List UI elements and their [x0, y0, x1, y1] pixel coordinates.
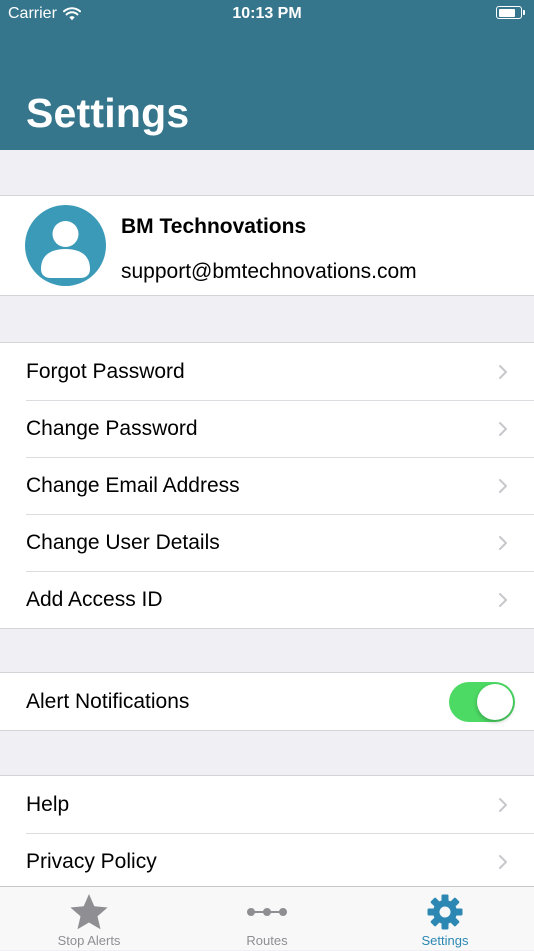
- tab-settings[interactable]: Settings: [356, 887, 534, 951]
- profile-name: BM Technovations: [121, 215, 307, 238]
- change-user-details-row[interactable]: Change User Details: [0, 514, 534, 571]
- alert-notifications-row: Alert Notifications: [0, 673, 534, 730]
- chevron-right-icon: [499, 535, 507, 550]
- account-settings-group: Forgot Password Change Password Change E…: [0, 342, 534, 629]
- help-label: Help: [26, 792, 70, 816]
- chevron-right-icon: [499, 478, 507, 493]
- change-password-label: Change Password: [26, 416, 198, 440]
- info-group: Help Privacy Policy: [0, 775, 534, 891]
- chevron-right-icon: [499, 797, 507, 812]
- page-title: Settings: [26, 90, 190, 136]
- alert-notifications-toggle[interactable]: [449, 682, 515, 722]
- change-user-details-label: Change User Details: [26, 530, 220, 554]
- route-icon: [247, 908, 287, 916]
- forgot-password-label: Forgot Password: [26, 359, 185, 383]
- header: Carrier 10:13 PM Settings: [0, 0, 534, 150]
- tab-bar: Stop Alerts Routes Settings: [0, 886, 534, 950]
- change-password-row[interactable]: Change Password: [0, 400, 534, 457]
- chevron-right-icon: [499, 592, 507, 607]
- add-access-id-label: Add Access ID: [26, 587, 163, 611]
- privacy-policy-label: Privacy Policy: [26, 849, 157, 873]
- chevron-right-icon: [499, 854, 507, 869]
- forgot-password-row[interactable]: Forgot Password: [0, 343, 534, 400]
- chevron-right-icon: [499, 364, 507, 379]
- help-row[interactable]: Help: [0, 776, 534, 833]
- privacy-policy-row[interactable]: Privacy Policy: [0, 833, 534, 890]
- tab-stop-alerts[interactable]: Stop Alerts: [0, 887, 178, 951]
- alert-notifications-label: Alert Notifications: [26, 689, 190, 713]
- notifications-group: Alert Notifications: [0, 672, 534, 731]
- toggle-knob: [477, 684, 513, 720]
- tab-settings-label: Settings: [421, 933, 469, 948]
- gear-icon: [427, 894, 463, 930]
- status-time: 10:13 PM: [232, 5, 302, 22]
- status-bar: Carrier 10:13 PM: [0, 0, 534, 28]
- user-icon: [41, 221, 90, 278]
- avatar: [25, 205, 106, 286]
- change-email-label: Change Email Address: [26, 473, 240, 497]
- add-access-id-row[interactable]: Add Access ID: [0, 571, 534, 628]
- change-email-row[interactable]: Change Email Address: [0, 457, 534, 514]
- battery-icon: [496, 6, 525, 19]
- profile-email: support@bmtechnovations.com: [121, 260, 417, 283]
- tab-stop-alerts-label: Stop Alerts: [57, 933, 121, 948]
- tab-routes-label: Routes: [246, 933, 288, 948]
- chevron-right-icon: [499, 421, 507, 436]
- tab-routes[interactable]: Routes: [178, 887, 356, 951]
- star-icon: [70, 894, 108, 930]
